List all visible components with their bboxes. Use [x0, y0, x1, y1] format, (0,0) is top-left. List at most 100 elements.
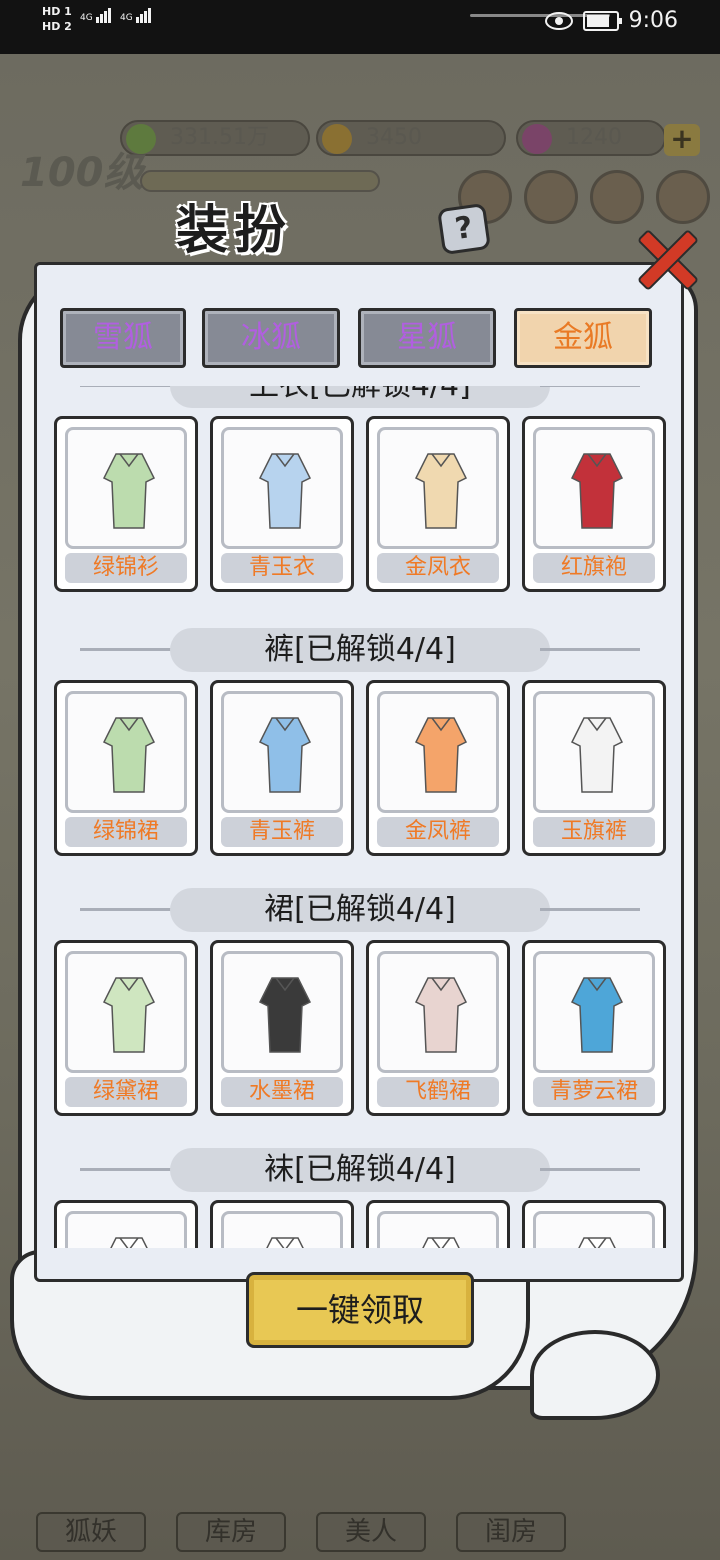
nav-beauty: 美人	[316, 1512, 426, 1552]
outfit-card[interactable]: 青玉裤	[210, 680, 354, 856]
clock: 9:06	[628, 8, 678, 33]
outfit-image-frame	[533, 951, 655, 1073]
outfit-name: 玉旗裤	[533, 817, 655, 847]
garment-icon	[414, 453, 468, 529]
nav-fox: 狐妖	[36, 1512, 146, 1552]
nav-boudoir: 闺房	[456, 1512, 566, 1552]
nav-storage: 库房	[176, 1512, 286, 1552]
outfit-card[interactable]	[54, 1200, 198, 1248]
garment-icon	[414, 977, 468, 1053]
close-button[interactable]	[624, 218, 704, 298]
outfit-card[interactable]: 青萝云裙	[522, 940, 666, 1116]
player-level: 100级	[20, 150, 144, 196]
garment-icon	[110, 1237, 148, 1248]
garment-icon	[258, 717, 312, 793]
outfit-name: 金凤裤	[377, 817, 499, 847]
outfit-name: 青玉裤	[221, 817, 343, 847]
outfit-card[interactable]: 绿锦衫	[54, 416, 198, 592]
jade-value: 331.51万	[170, 125, 269, 150]
section-header: 裤[已解锁4/4]	[80, 628, 640, 672]
section-title: 上衣[已解锁4/4]	[170, 386, 550, 408]
signal-2-icon: 4G	[120, 8, 152, 23]
divider-line	[540, 386, 640, 387]
outfit-image-frame	[221, 951, 343, 1073]
garment-icon	[570, 453, 624, 529]
outfit-name: 飞鹤裙	[377, 1077, 499, 1107]
outfit-card[interactable]: 飞鹤裙	[366, 940, 510, 1116]
menu-icon-2	[524, 170, 578, 224]
coin-icon	[322, 124, 352, 154]
divider-line	[80, 648, 180, 651]
divider-line	[540, 648, 640, 651]
claim-all-button[interactable]: 一键领取	[246, 1272, 474, 1348]
sim1-label: HD 1	[42, 5, 72, 18]
section-title: 裤[已解锁4/4]	[170, 628, 550, 672]
outfit-image-frame	[221, 427, 343, 549]
outfit-image-frame	[377, 691, 499, 813]
dialog-title: 装扮	[176, 200, 293, 261]
outfit-card[interactable]: 金凤裤	[366, 680, 510, 856]
section-title: 裙[已解锁4/4]	[170, 888, 550, 932]
outfit-name: 青萝云裙	[533, 1077, 655, 1107]
outfit-card[interactable]	[522, 1200, 666, 1248]
network-type-1: 4G	[80, 13, 93, 23]
outfit-card[interactable]: 绿锦裙	[54, 680, 198, 856]
section-header: 袜[已解锁4/4]	[80, 1148, 640, 1192]
outfit-card[interactable]: 红旗袍	[522, 416, 666, 592]
outfit-image-frame	[377, 951, 499, 1073]
menu-icon-4	[656, 170, 710, 224]
tab-gold-fox[interactable]: 金狐	[514, 308, 652, 368]
outfit-image-frame	[533, 427, 655, 549]
help-button[interactable]: ?	[437, 202, 491, 256]
outfit-image-frame	[533, 1211, 655, 1248]
outfit-image-frame	[65, 427, 187, 549]
divider-line	[80, 908, 180, 911]
resource-coin: 3450	[316, 120, 506, 156]
outfit-card[interactable]: 玉旗裤	[522, 680, 666, 856]
garment-icon	[102, 717, 156, 793]
divider-line	[80, 1168, 180, 1171]
tab-star-fox[interactable]: 星狐	[358, 308, 496, 368]
fox-tabs: 雪狐 冰狐 星狐 金狐	[60, 308, 660, 370]
outfit-image-frame	[377, 427, 499, 549]
outfit-card[interactable]: 青玉衣	[210, 416, 354, 592]
garment-icon	[102, 977, 156, 1053]
garment-icon	[570, 717, 624, 793]
tab-ice-fox[interactable]: 冰狐	[202, 308, 340, 368]
divider-line	[540, 908, 640, 911]
garment-icon	[422, 1237, 460, 1248]
outfit-card[interactable]	[366, 1200, 510, 1248]
fox-tail	[530, 1330, 660, 1420]
garment-icon	[258, 977, 312, 1053]
outfit-card[interactable]: 水墨裙	[210, 940, 354, 1116]
status-bar: HD 1 HD 2 4G 4G 9:06	[0, 0, 720, 54]
outfit-name: 水墨裙	[221, 1077, 343, 1107]
sim-indicators: HD 1 HD 2	[42, 4, 72, 34]
outfit-card[interactable]: 绿黛裙	[54, 940, 198, 1116]
outfit-image-frame	[65, 951, 187, 1073]
garment-icon	[266, 1237, 304, 1248]
divider-line	[80, 386, 180, 387]
outfit-name: 绿锦裙	[65, 817, 187, 847]
divider-line	[540, 1168, 640, 1171]
eye-comfort-icon	[544, 11, 573, 30]
resource-jade: 331.51万	[120, 120, 310, 156]
gem-value: 1240	[566, 125, 622, 150]
tab-snow-fox[interactable]: 雪狐	[60, 308, 186, 368]
outfit-image-frame	[65, 1211, 187, 1248]
outfit-card[interactable]	[210, 1200, 354, 1248]
gem-icon	[522, 124, 552, 154]
outfit-image-frame	[65, 691, 187, 813]
garment-icon	[102, 453, 156, 529]
section-title: 袜[已解锁4/4]	[170, 1148, 550, 1192]
outfit-card[interactable]: 金凤衣	[366, 416, 510, 592]
garment-icon	[578, 1237, 616, 1248]
network-type-2: 4G	[120, 13, 133, 23]
battery-icon	[582, 10, 622, 31]
signal-1-icon: 4G	[80, 8, 112, 23]
section-header: 上衣[已解锁4/4]	[80, 386, 640, 408]
outfit-list[interactable]: 上衣[已解锁4/4] 绿锦衫 青玉衣 金凤衣 红旗袍裤[已解锁4/4] 绿锦裙 青玉裤 金凤裤…	[50, 386, 670, 1248]
coin-value: 3450	[366, 125, 422, 150]
add-gem-button: +	[664, 124, 700, 156]
outfit-name: 金凤衣	[377, 553, 499, 583]
